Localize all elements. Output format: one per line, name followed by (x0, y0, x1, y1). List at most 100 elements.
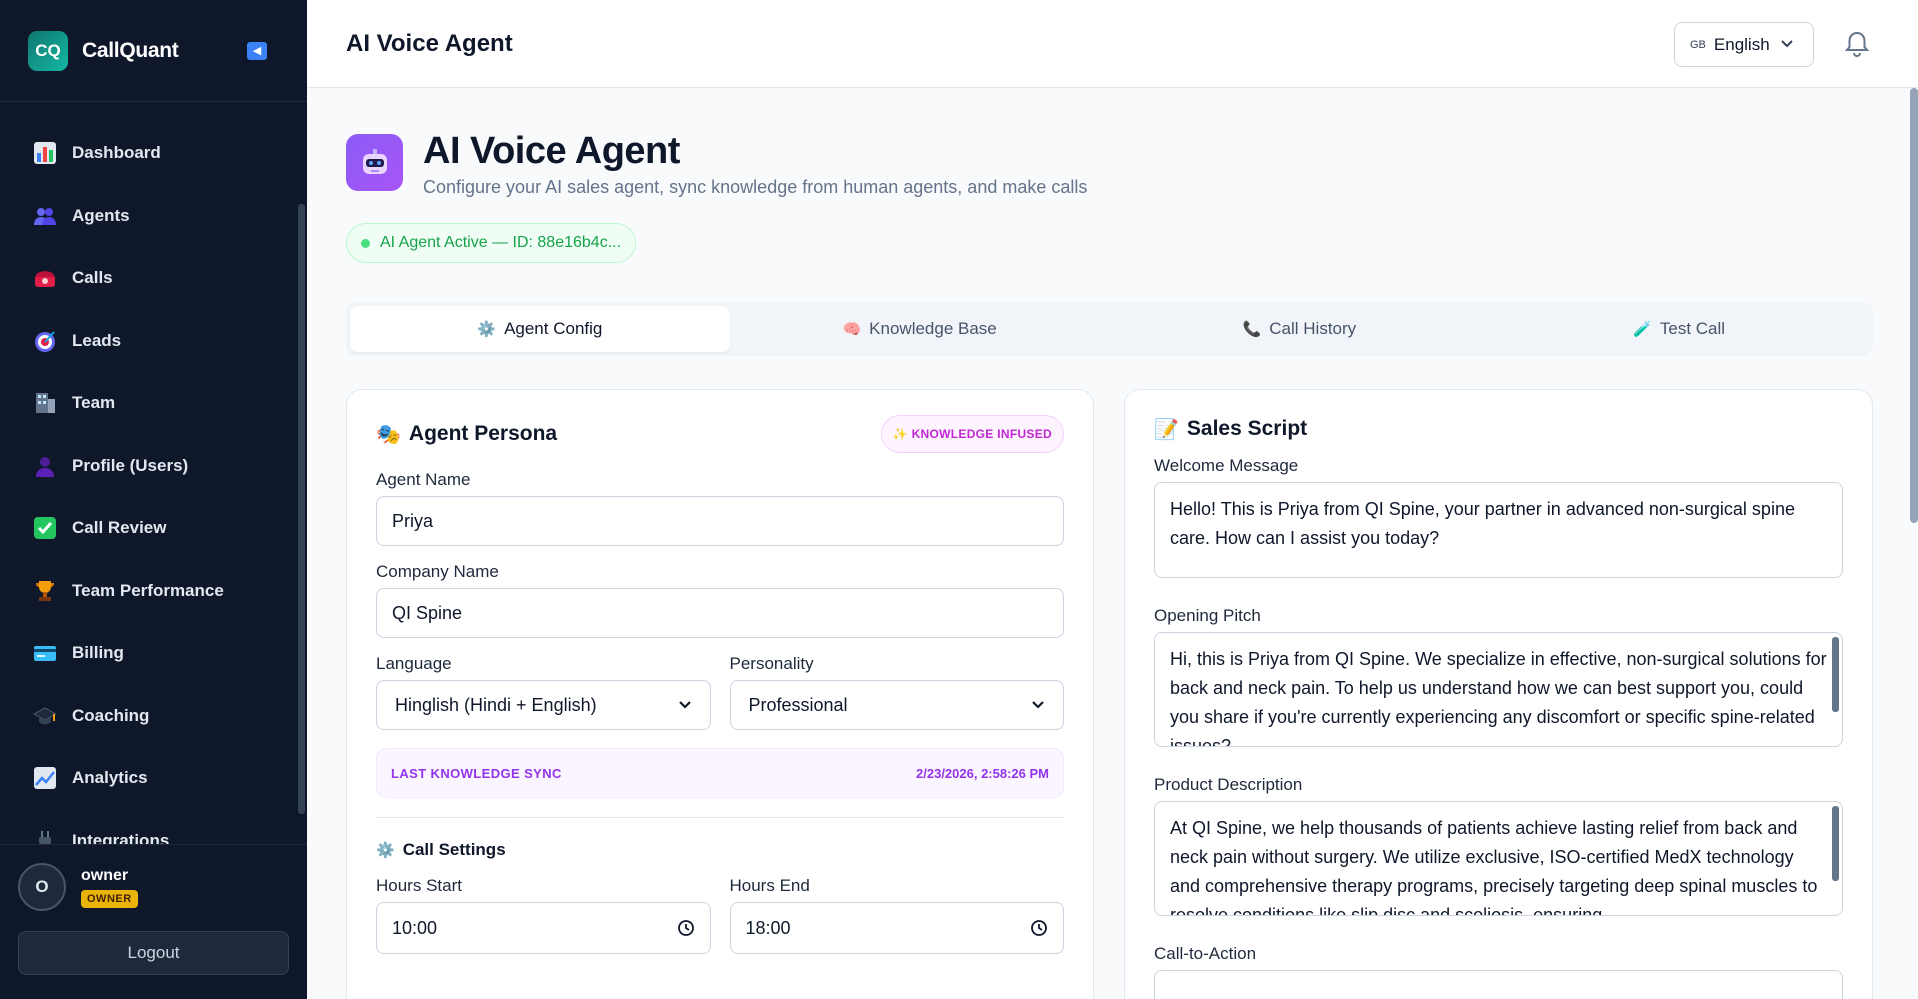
flag-icon: GB (1690, 38, 1706, 51)
people-icon (32, 203, 57, 228)
building-icon (32, 391, 57, 416)
bar-chart-icon (32, 141, 57, 166)
language-label: English (1713, 34, 1770, 54)
brand-logo[interactable]: CQ (28, 30, 68, 71)
sidebar-scrollbar[interactable] (298, 204, 305, 814)
sidebar-item-agents[interactable]: Agents (0, 185, 307, 248)
logout-button[interactable]: Logout (18, 931, 289, 975)
sidebar-item-label: Dashboard (72, 143, 161, 163)
main-scrollbar[interactable] (1910, 88, 1918, 523)
sidebar-item-team-performance[interactable]: Team Performance (0, 560, 307, 623)
telephone-icon (32, 266, 57, 291)
avatar[interactable]: O (18, 863, 66, 911)
language-select[interactable]: Hinglish (Hindi + English) (376, 680, 711, 730)
theater-masks-icon: 🎭 (376, 423, 401, 446)
product-description-label: Product Description (1154, 775, 1303, 794)
page-subtitle: Configure your AI sales agent, sync know… (423, 177, 1088, 197)
brain-icon: 🧠 (842, 321, 862, 338)
sync-label: LAST KNOWLEDGE SYNC (391, 765, 562, 781)
sidebar-item-label: Integrations (72, 830, 170, 844)
personality-value: Professional (748, 694, 848, 715)
sidebar-item-label: Agents (72, 205, 130, 225)
sales-script-card: 📝 Sales Script Welcome Message Hello! Th… (1124, 389, 1873, 999)
sidebar-item-integrations[interactable]: Integrations (0, 810, 307, 844)
chevron-down-icon (1031, 698, 1045, 713)
language-field-label: Language (376, 654, 452, 673)
agent-persona-card: 🎭 Agent Persona ✨ KNOWLEDGE INFUSED Agen… (346, 389, 1094, 999)
sidebar-item-team[interactable]: Team (0, 372, 307, 435)
textarea-scrollbar[interactable] (1832, 806, 1839, 881)
knowledge-sync-box: LAST KNOWLEDGE SYNC 2/23/2026, 2:58:26 P… (376, 748, 1064, 798)
gear-icon: ⚙️ (376, 842, 395, 859)
tab-agent-config[interactable]: ⚙️ Agent Config (350, 306, 730, 352)
sidebar-item-label: Billing (72, 643, 124, 663)
sidebar-item-label: Analytics (72, 768, 148, 788)
page-title: AI Voice Agent (423, 130, 680, 172)
hours-end-input[interactable]: 18:00 (729, 902, 1064, 954)
sidebar-item-label: Coaching (72, 705, 150, 725)
card-title: Agent Persona (408, 422, 558, 445)
hours-start-value: 10:00 (392, 917, 438, 938)
gear-icon: ⚙️ (477, 321, 497, 338)
tab-label: Call History (1269, 319, 1357, 338)
trophy-icon (32, 578, 57, 603)
credit-card-icon (32, 641, 57, 666)
welcome-message-textarea[interactable]: Hello! This is Priya from QI Spine, your… (1154, 482, 1843, 578)
call-to-action-label: Call-to-Action (1154, 944, 1257, 963)
top-header: AI Voice Agent GB English (307, 0, 1918, 88)
card-title: Sales Script (1186, 417, 1308, 440)
plug-icon (32, 828, 57, 844)
sidebar-item-coaching[interactable]: Coaching (0, 685, 307, 748)
line-chart-icon (32, 766, 57, 791)
agent-name-label: Agent Name (376, 470, 471, 489)
sidebar-item-calls[interactable]: Calls (0, 247, 307, 310)
personality-label: Personality (729, 654, 814, 673)
tab-bar: ⚙️ Agent Config 🧠 Knowledge Base 📞 Call … (346, 302, 1873, 356)
memo-icon: 📝 (1154, 418, 1179, 441)
call-to-action-textarea[interactable] (1154, 970, 1843, 999)
brand: CQ CallQuant ◀ (0, 0, 307, 102)
sidebar-item-leads[interactable]: Leads (0, 310, 307, 373)
textarea-scrollbar[interactable] (1832, 637, 1839, 712)
sidebar-item-billing[interactable]: Billing (0, 622, 307, 685)
sidebar-item-analytics[interactable]: Analytics (0, 747, 307, 810)
main-content: AI Voice Agent Configure your AI sales a… (307, 88, 1918, 999)
product-description-text: At QI Spine, we help thousands of patien… (1170, 818, 1818, 916)
user-icon (32, 453, 57, 478)
page-header: AI Voice Agent Configure your AI sales a… (346, 130, 1088, 198)
status-dot-icon (361, 238, 370, 248)
chevron-down-icon (1780, 38, 1794, 52)
tab-knowledge-base[interactable]: 🧠 Knowledge Base (730, 306, 1110, 352)
check-icon (32, 516, 57, 541)
tab-call-history[interactable]: 📞 Call History (1110, 306, 1490, 352)
sidebar-item-profile[interactable]: Profile (Users) (0, 435, 307, 498)
opening-pitch-label: Opening Pitch (1154, 606, 1261, 625)
company-name-input[interactable]: QI Spine (376, 588, 1064, 638)
opening-pitch-textarea[interactable]: Hi, this is Priya from QI Spine. We spec… (1154, 632, 1843, 747)
bell-icon[interactable] (1844, 30, 1870, 58)
user-name: owner (81, 866, 129, 884)
tab-test-call[interactable]: 🧪 Test Call (1489, 306, 1869, 352)
language-selector[interactable]: GB English (1674, 22, 1814, 67)
tab-label: Agent Config (504, 319, 603, 338)
sidebar-item-dashboard[interactable]: Dashboard (0, 122, 307, 185)
hours-end-value: 18:00 (745, 917, 791, 938)
sidebar-item-call-review[interactable]: Call Review (0, 497, 307, 560)
collapse-sidebar-icon[interactable]: ◀ (247, 41, 267, 60)
clock-icon[interactable] (1030, 919, 1048, 937)
chevron-down-icon (678, 698, 692, 713)
tab-label: Test Call (1659, 319, 1726, 338)
clock-icon[interactable] (677, 919, 695, 937)
agent-name-input[interactable]: Priya (376, 496, 1064, 546)
hours-start-label: Hours Start (376, 876, 462, 895)
language-value: Hinglish (Hindi + English) (395, 694, 597, 715)
sidebar-item-label: Leads (72, 330, 122, 350)
header-title: AI Voice Agent (346, 29, 513, 57)
hours-start-input[interactable]: 10:00 (376, 902, 711, 954)
user-panel: O owner OWNER Logout (0, 844, 307, 999)
product-description-textarea[interactable]: At QI Spine, we help thousands of patien… (1154, 801, 1843, 916)
sidebar-item-label: Team Performance (72, 580, 224, 600)
call-settings-title: Call Settings (402, 840, 506, 859)
brand-name[interactable]: CallQuant (82, 39, 179, 63)
personality-select[interactable]: Professional (729, 680, 1064, 730)
